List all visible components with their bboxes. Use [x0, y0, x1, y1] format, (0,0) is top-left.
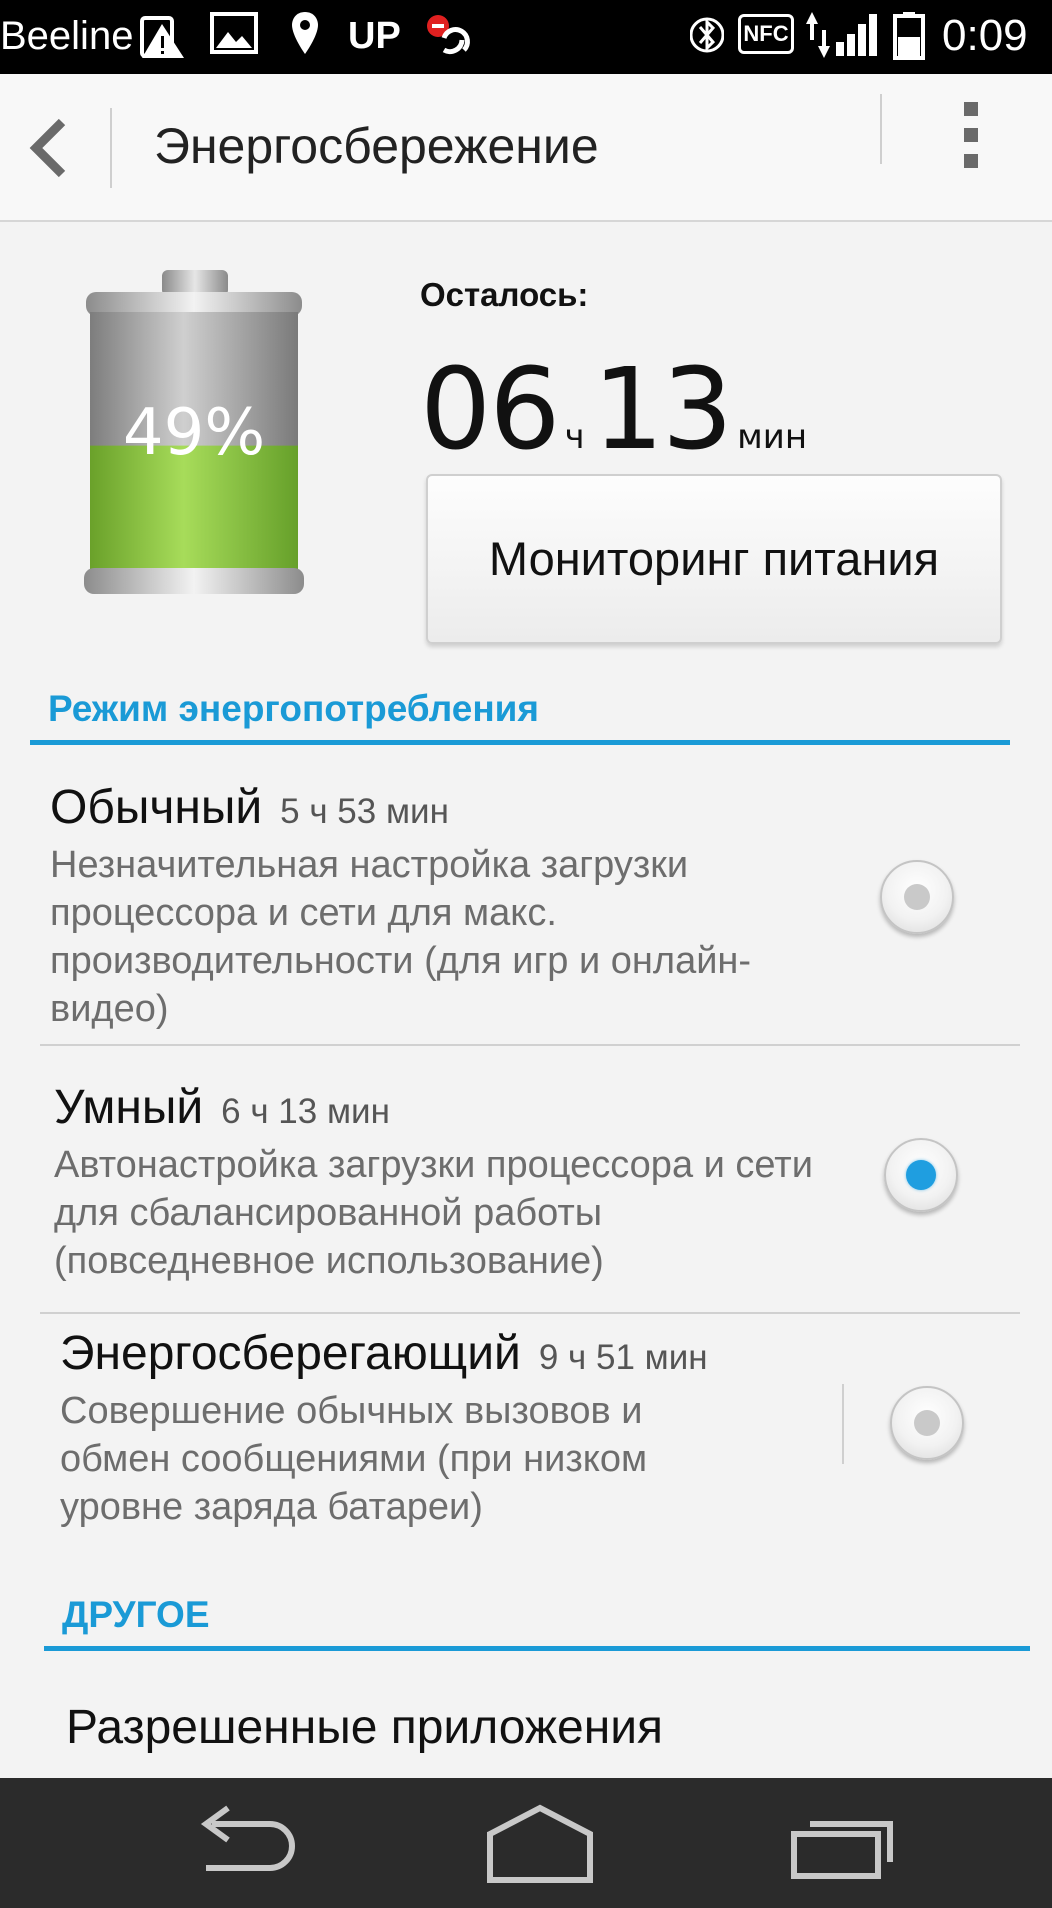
remaining-minutes: 13: [592, 345, 734, 475]
divider: [842, 1384, 844, 1464]
mode-smart[interactable]: Умный 6 ч 13 мин Автонастройка загрузки п…: [54, 1080, 854, 1285]
radio-mode-power-saving[interactable]: [890, 1386, 964, 1460]
signal-icon: [836, 14, 877, 56]
overflow-menu-button[interactable]: [942, 96, 1002, 176]
radio-mode-normal[interactable]: [880, 860, 954, 934]
mode-description: Совершение обычных вызовов и обмен сообщ…: [60, 1390, 648, 1528]
list-divider: [40, 1044, 1020, 1046]
up-indicator: UP: [348, 15, 401, 57]
nav-back-button[interactable]: [182, 1804, 300, 1884]
section-title-power-mode: Режим энергопотребления: [48, 688, 540, 729]
radio-dot: [914, 1410, 940, 1436]
record-icon: [427, 15, 470, 55]
data-arrows-icon: [806, 12, 830, 58]
mode-description: Автонастройка загрузки процессора и сети…: [54, 1144, 813, 1282]
section-divider: [30, 740, 1010, 745]
action-bar: Энергосбережение: [0, 74, 1052, 222]
nav-home-icon: [487, 1804, 593, 1883]
battery-image: 49%: [84, 270, 304, 594]
image-icon: [210, 12, 258, 54]
remaining-label: Осталось:: [420, 276, 589, 313]
remaining-hours: 06: [420, 345, 561, 475]
mode-name: Обычный: [50, 781, 263, 834]
allowed-apps-item[interactable]: Разрешенные приложения: [66, 1700, 663, 1755]
mode-name: Энергосберегающий: [60, 1327, 521, 1380]
nav-home-button[interactable]: [482, 1802, 598, 1886]
mode-name: Умный: [54, 1081, 204, 1134]
battery-icon: [893, 12, 925, 60]
mode-time: 9 ч 51 мин: [538, 1338, 708, 1377]
nav-recents-icon: [791, 1821, 893, 1879]
section-title-other: ДРУГОЕ: [62, 1594, 210, 1635]
navigation-bar: [0, 1778, 1052, 1908]
status-bar: Beeline UP NFC 0:09: [0, 0, 1052, 74]
battery-gauge: 49%: [76, 268, 312, 602]
battery-percent: 49%: [123, 396, 265, 470]
section-divider: [44, 1646, 1030, 1651]
power-monitor-button[interactable]: Мониторинг питания: [426, 474, 1002, 644]
warning-icon: [140, 16, 184, 58]
nav-recents-button[interactable]: [788, 1806, 898, 1886]
mode-normal[interactable]: Обычный 5 ч 53 мин Незначительная настрой…: [50, 780, 850, 1033]
clock: 0:09: [942, 11, 1028, 60]
mode-time: 5 ч 53 мин: [280, 792, 449, 831]
mode-power-saving[interactable]: Энергосберегающий 9 ч 51 мин Совершение о…: [60, 1326, 860, 1531]
carrier-name: Beeline: [0, 14, 134, 58]
radio-mode-smart[interactable]: [884, 1138, 958, 1212]
radio-dot: [904, 884, 930, 910]
list-divider: [40, 1312, 1020, 1314]
divider: [110, 108, 112, 188]
minutes-unit: мин: [737, 417, 808, 457]
back-button[interactable]: [10, 98, 90, 198]
nav-back-icon: [200, 1805, 295, 1871]
back-icon: [29, 118, 66, 178]
remaining-time: 06 ч13 мин: [420, 350, 815, 470]
divider: [880, 94, 882, 164]
page-title: Энергосбережение: [154, 118, 599, 174]
bluetooth-icon: [690, 17, 724, 53]
overflow-menu-icon: [964, 102, 978, 168]
hours-unit: ч: [564, 417, 585, 457]
mode-time: 6 ч 13 мин: [221, 1092, 390, 1131]
nfc-icon: NFC: [738, 14, 794, 54]
power-monitor-label: Мониторинг питания: [488, 532, 940, 585]
location-icon: [292, 12, 318, 54]
mode-description: Незначительная настройка загрузки процес…: [50, 844, 752, 1030]
radio-dot-selected: [906, 1160, 936, 1190]
